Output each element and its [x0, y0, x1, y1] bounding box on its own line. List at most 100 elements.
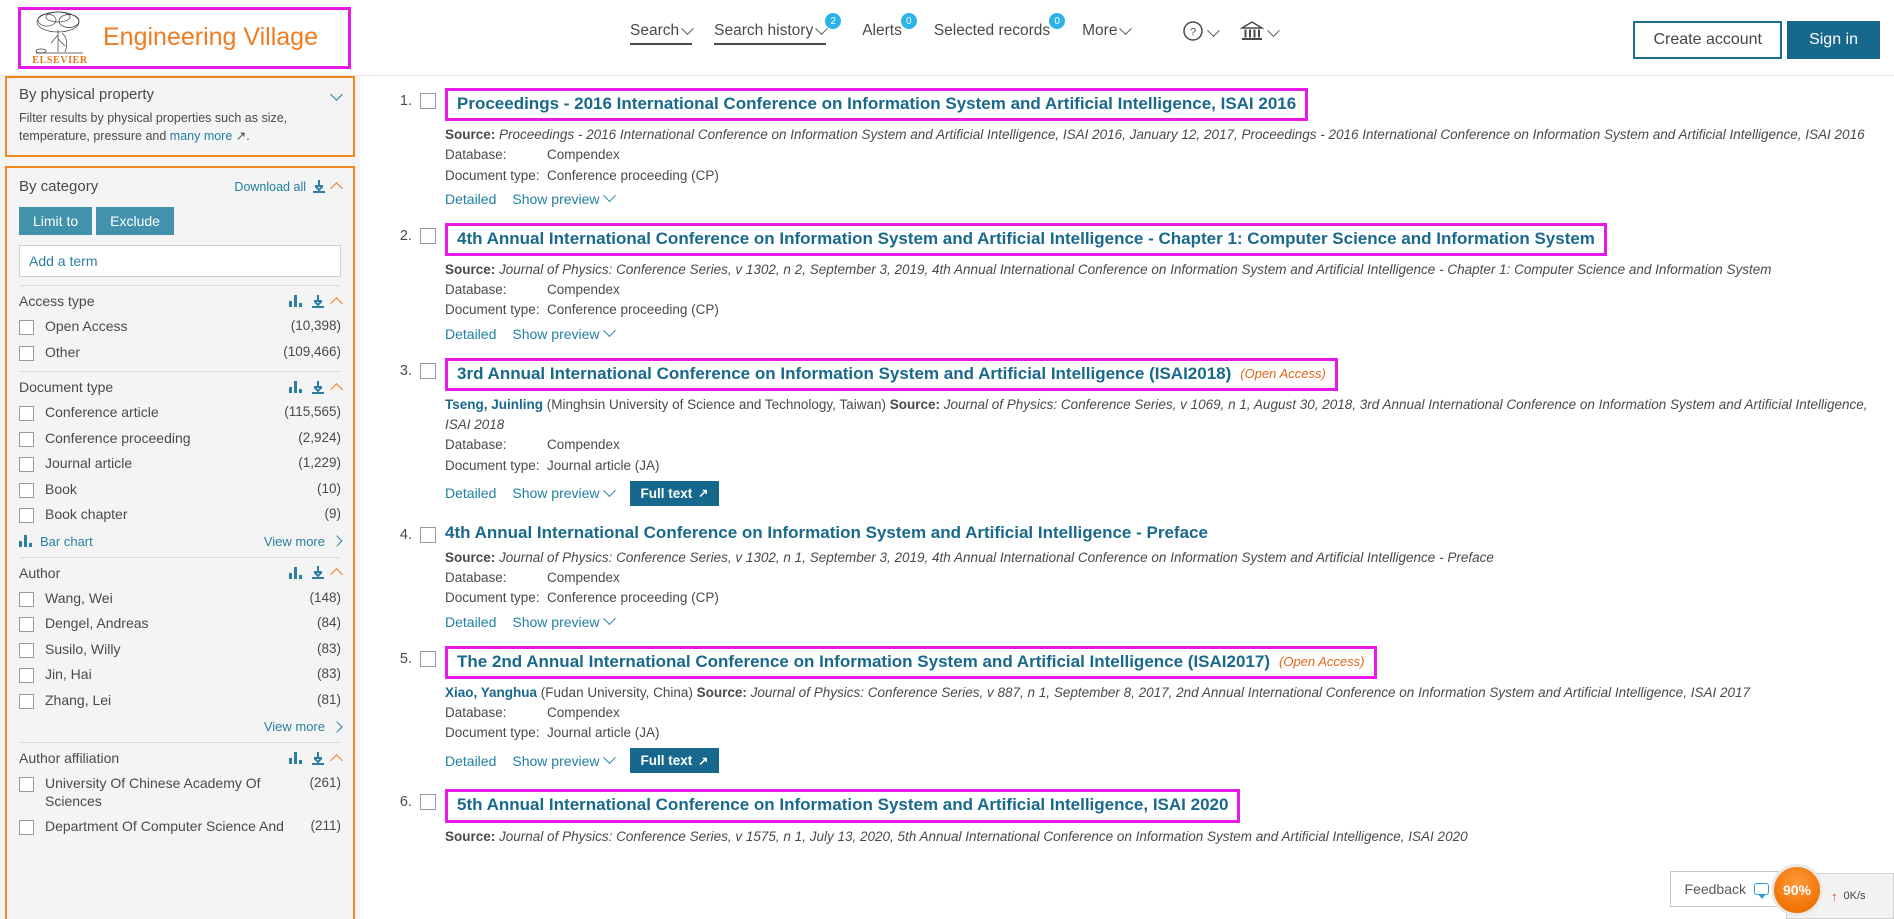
facet-item[interactable]: Conference proceeding (2,924) [19, 426, 341, 452]
facet-item[interactable]: Zhang, Lei (81) [19, 688, 341, 714]
download-icon[interactable] [312, 751, 324, 765]
full-text-button[interactable]: Full text ↗ [629, 480, 720, 506]
network-monitor-widget[interactable]: 90% ↑ 0K/s [1771, 864, 1894, 919]
help-menu-button[interactable]: ? [1182, 20, 1220, 47]
facet-checkbox[interactable] [19, 345, 34, 361]
show-preview-toggle[interactable]: Show preview [512, 189, 616, 207]
facet-item[interactable]: Other (109,466) [19, 340, 341, 366]
author-link[interactable]: Xiao, Yanghua [445, 685, 537, 700]
result-title-link[interactable]: Proceedings - 2016 International Confere… [457, 93, 1296, 115]
result-select-checkbox[interactable] [420, 227, 436, 244]
doctype-value: Conference proceeding (CP) [547, 302, 719, 318]
bar-chart-icon[interactable] [289, 566, 304, 579]
facet-checkbox[interactable] [19, 591, 34, 607]
facet-checkbox[interactable] [19, 406, 34, 422]
chevron-up-icon[interactable] [330, 753, 343, 767]
show-preview-toggle[interactable]: Show preview [512, 484, 616, 501]
detailed-link[interactable]: Detailed [445, 753, 496, 769]
result-title-link[interactable]: 4th Annual International Conference on I… [457, 228, 1595, 250]
facet-checkbox[interactable] [19, 668, 34, 684]
download-icon[interactable] [312, 380, 324, 394]
institution-menu-button[interactable] [1239, 20, 1280, 47]
create-account-button[interactable]: Create account [1633, 21, 1782, 59]
show-preview-toggle[interactable]: Show preview [512, 324, 616, 342]
add-term-input[interactable] [19, 245, 341, 278]
facet-checkbox[interactable] [19, 457, 34, 473]
view-more-link[interactable]: View more [264, 534, 343, 549]
nav-selected-records[interactable]: Selected records 0 [934, 13, 1066, 40]
nav-search[interactable]: Search [630, 21, 694, 45]
bar-chart-icon[interactable] [289, 295, 304, 308]
result-title-row: 5th Annual International Conference on I… [420, 789, 1868, 823]
chevron-down-icon[interactable] [330, 88, 343, 101]
exclude-button[interactable]: Exclude [96, 207, 174, 236]
detailed-link[interactable]: Detailed [445, 191, 496, 207]
result-select-checkbox[interactable] [420, 650, 436, 667]
bar-chart-icon[interactable] [289, 752, 304, 765]
download-icon[interactable] [312, 566, 324, 580]
facet-checkbox[interactable] [19, 820, 34, 836]
facet-item[interactable]: Jin, Hai (83) [19, 662, 341, 688]
facet-checkbox[interactable] [19, 508, 34, 524]
facet-checkbox[interactable] [19, 642, 34, 658]
facet-item[interactable]: Department Of Computer Science And (211) [19, 814, 341, 840]
chevron-up-icon[interactable] [330, 568, 343, 582]
full-text-button[interactable]: Full text ↗ [629, 748, 720, 774]
nav-alerts[interactable]: Alerts 0 [862, 13, 917, 40]
facet-item[interactable]: Wang, Wei (148) [19, 586, 341, 612]
result-select-checkbox[interactable] [420, 362, 436, 379]
chevron-down-icon [1267, 24, 1280, 38]
download-icon[interactable] [312, 294, 324, 308]
result-database-line: Database: Compendex [445, 435, 1868, 455]
facet-item[interactable]: Journal article (1,229) [19, 451, 341, 477]
result-select-checkbox[interactable] [420, 794, 436, 811]
detailed-link[interactable]: Detailed [445, 614, 496, 630]
chevron-up-icon[interactable] [330, 182, 343, 196]
app-header: ELSEVIER Engineering Village Search Sear… [0, 0, 1894, 76]
bar-chart-icon[interactable] [289, 381, 304, 394]
facet-item[interactable]: Susilo, Willy (83) [19, 637, 341, 663]
download-icon[interactable] [313, 180, 325, 194]
facet-checkbox[interactable] [19, 431, 34, 447]
author-link[interactable]: Tseng, Juinling [445, 397, 543, 412]
detailed-link[interactable]: Detailed [445, 485, 496, 501]
nav-search-history[interactable]: Search history 2 [714, 13, 842, 45]
result-select-checkbox[interactable] [420, 93, 436, 109]
limit-to-button[interactable]: Limit to [19, 207, 93, 236]
show-preview-toggle[interactable]: Show preview [512, 612, 616, 630]
question-circle-icon: ? [1182, 20, 1204, 47]
detailed-link[interactable]: Detailed [445, 326, 496, 342]
result-title-link[interactable]: 3rd Annual International Conference on I… [457, 363, 1231, 385]
brand-logo-highlight-box[interactable]: ELSEVIER Engineering Village [18, 6, 351, 69]
bar-chart-link[interactable]: Bar chart [19, 534, 93, 549]
result-title-link[interactable]: 4th Annual International Conference on I… [445, 522, 1208, 544]
show-preview-toggle[interactable]: Show preview [512, 751, 616, 769]
facet-checkbox[interactable] [19, 693, 34, 709]
download-all-link[interactable]: Download all [234, 180, 306, 194]
facet-item[interactable]: Dengel, Andreas (84) [19, 611, 341, 637]
physical-property-header[interactable]: By physical property [7, 78, 353, 109]
chevron-up-icon[interactable] [330, 296, 343, 310]
facet-item-label: Zhang, Lei [45, 691, 112, 708]
result-title-row: 4th Annual International Conference on I… [420, 222, 1868, 256]
view-more-link[interactable]: View more [264, 719, 343, 734]
facet-item[interactable]: Conference article (115,565) [19, 400, 341, 426]
facet-item[interactable]: Book chapter (9) [19, 502, 341, 528]
nav-more[interactable]: More [1082, 21, 1133, 40]
result-title-link[interactable]: The 2nd Annual International Conference … [457, 651, 1270, 673]
result-select-checkbox[interactable] [420, 526, 436, 543]
facet-checkbox[interactable] [19, 482, 34, 498]
result-actions: Detailed Show preview Full text ↗ [445, 748, 1868, 774]
facet-checkbox[interactable] [19, 777, 34, 793]
result-title-link[interactable]: 5th Annual International Conference on I… [457, 794, 1228, 816]
facet-checkbox[interactable] [19, 617, 34, 633]
sign-in-button[interactable]: Sign in [1787, 21, 1880, 59]
facet-checkbox[interactable] [19, 320, 34, 336]
feedback-button[interactable]: Feedback [1669, 871, 1784, 907]
facet-item-count: (2,924) [298, 429, 341, 445]
facet-item[interactable]: Book (10) [19, 477, 341, 503]
many-more-link[interactable]: many more [170, 129, 233, 143]
chevron-up-icon[interactable] [330, 382, 343, 396]
facet-item[interactable]: Open Access (10,398) [19, 314, 341, 340]
facet-item[interactable]: University Of Chinese Academy Of Science… [19, 771, 341, 814]
